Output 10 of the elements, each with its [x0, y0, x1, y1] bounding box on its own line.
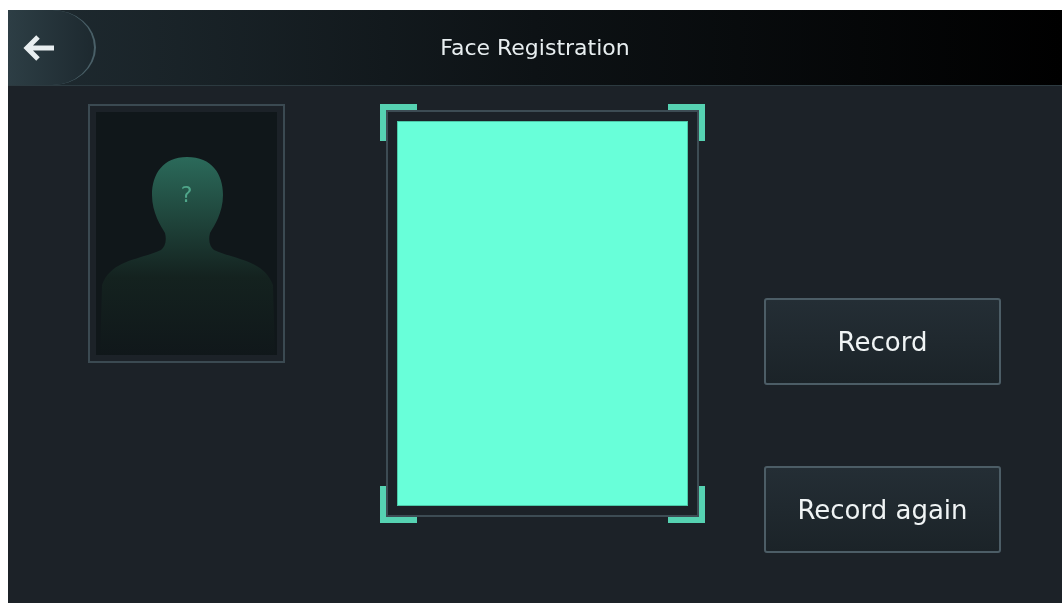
back-arrow-icon [22, 32, 56, 63]
record-button[interactable]: Record [764, 298, 1001, 385]
page-title: Face Registration [439, 35, 631, 60]
corner-bracket-icon [668, 104, 705, 141]
corner-bracket-icon [380, 104, 417, 141]
corner-bracket-icon [380, 486, 417, 523]
back-button[interactable] [8, 10, 96, 85]
corner-bracket-icon [668, 486, 705, 523]
question-mark: ? [179, 182, 194, 207]
record-again-button[interactable]: Record again [764, 466, 1001, 553]
